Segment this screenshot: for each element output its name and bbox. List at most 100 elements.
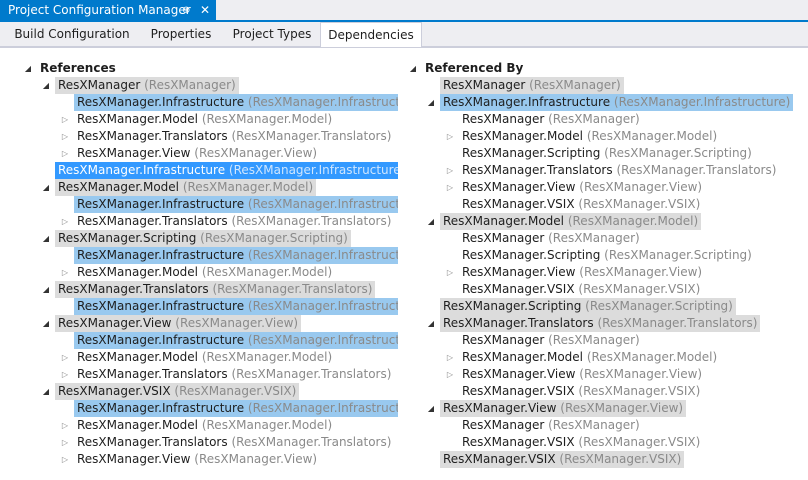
tree-node-label[interactable]: ResXManager.Model (ResXManager.Model) <box>55 179 317 196</box>
expand-triangle-icon[interactable]: ◢ <box>41 179 51 196</box>
tree-node-label[interactable]: ResXManager (ResXManager) <box>459 230 643 247</box>
tree-node-label[interactable]: ResXManager (ResXManager) <box>459 111 643 128</box>
expand-triangle-icon[interactable]: ◢ <box>41 230 51 247</box>
tree-node-label[interactable]: ResXManager (ResXManager) <box>459 417 643 434</box>
tool-window-titlebar: Project Configuration Manager ⊕ ✕ <box>0 0 808 22</box>
project-name: ResXManager.VSIX <box>462 282 575 296</box>
project-unique-name: (ResXManager) <box>548 231 640 245</box>
tree-node-label[interactable]: ResXManager.Infrastructure (ResXManager.… <box>74 298 428 315</box>
tree-node-label[interactable]: ResXManager.View (ResXManager.View) <box>459 179 705 196</box>
collapse-triangle-icon[interactable]: ▷ <box>60 264 70 281</box>
expand-triangle-icon[interactable]: ◢ <box>408 60 418 77</box>
tree-node-label[interactable]: ResXManager.View (ResXManager.View) <box>459 366 705 383</box>
tree-node-label[interactable]: ResXManager.VSIX (ResXManager.VSIX) <box>459 196 703 213</box>
expand-triangle-icon[interactable]: ◢ <box>23 60 33 77</box>
tree-node-label[interactable]: ResXManager.VSIX (ResXManager.VSIX) <box>459 281 703 298</box>
tree-node-label[interactable]: ResXManager (ResXManager) <box>440 77 624 94</box>
tree-node-label[interactable]: ResXManager (ResXManager) <box>55 77 239 94</box>
project-unique-name: (ResXManager.Translators) <box>231 435 392 449</box>
tree-node-label[interactable]: ResXManager.VSIX (ResXManager.VSIX) <box>55 383 300 400</box>
tree-node-label[interactable]: ResXManager.Infrastructure (ResXManager.… <box>74 247 428 264</box>
collapse-triangle-icon[interactable]: ▷ <box>445 349 455 366</box>
collapse-triangle-icon[interactable]: ▷ <box>445 366 455 383</box>
tree-node-label[interactable]: ResXManager.Scripting (ResXManager.Scrip… <box>459 145 755 162</box>
collapse-triangle-icon[interactable]: ▷ <box>60 349 70 366</box>
tree-node-label[interactable]: ResXManager.VSIX (ResXManager.VSIX) <box>459 434 703 451</box>
tree-node-label[interactable]: ResXManager.Model (ResXManager.Model) <box>74 111 335 128</box>
tree-node-label[interactable]: ResXManager.Infrastructure (ResXManager.… <box>74 94 428 111</box>
project-name: ResXManager.Infrastructure <box>77 333 245 347</box>
tab-properties[interactable]: Properties <box>140 22 222 47</box>
tree-node-label[interactable]: ResXManager.Model (ResXManager.Model) <box>459 128 720 145</box>
expand-triangle-icon[interactable]: ◢ <box>41 383 51 400</box>
expander-placeholder <box>445 196 455 213</box>
project-name: ResXManager.Infrastructure <box>77 248 245 262</box>
close-icon[interactable]: ✕ <box>200 0 210 21</box>
expand-triangle-icon[interactable]: ◢ <box>426 315 436 332</box>
tree-node-label[interactable]: ResXManager.VSIX (ResXManager.VSIX) <box>459 383 703 400</box>
tree-node-label[interactable]: ResXManager.Infrastructure (ResXManager.… <box>74 400 428 417</box>
tab-dependencies[interactable]: Dependencies <box>320 22 422 48</box>
tree-node-label[interactable]: ResXManager.Scripting (ResXManager.Scrip… <box>440 298 736 315</box>
collapse-triangle-icon[interactable]: ▷ <box>60 417 70 434</box>
expand-triangle-icon[interactable]: ◢ <box>41 77 51 94</box>
tab-build-configuration[interactable]: Build Configuration <box>6 22 138 47</box>
tree-node-label[interactable]: ResXManager.Translators (ResXManager.Tra… <box>440 315 761 332</box>
tree-node-label[interactable]: ResXManager.View (ResXManager.View) <box>459 264 705 281</box>
tab-project-types[interactable]: Project Types <box>224 22 320 47</box>
expander-placeholder <box>445 247 455 264</box>
tree-node-label[interactable]: ResXManager.Scripting (ResXManager.Scrip… <box>55 230 351 247</box>
tree-node-label[interactable]: ResXManager.Model (ResXManager.Model) <box>459 349 720 366</box>
tree-node-label[interactable]: ResXManager.Translators (ResXManager.Tra… <box>74 434 394 451</box>
expander-placeholder <box>426 298 436 315</box>
tree-node-label[interactable]: ResXManager.View (ResXManager.View) <box>440 400 687 417</box>
project-unique-name: (ResXManager.VSIX) <box>578 384 701 398</box>
expand-triangle-icon[interactable]: ◢ <box>41 281 51 298</box>
document-tab[interactable]: Project Configuration Manager ⊕ ✕ <box>0 0 216 22</box>
expand-triangle-icon[interactable]: ◢ <box>426 400 436 417</box>
tree-node-label[interactable]: ResXManager.View (ResXManager.View) <box>55 315 302 332</box>
tree-node-label[interactable]: ResXManager.Translators (ResXManager.Tra… <box>74 213 394 230</box>
pin-icon[interactable]: ⊕ <box>182 0 190 21</box>
tree-node-label[interactable]: ResXManager.Model (ResXManager.Model) <box>74 264 335 281</box>
tree-node-label[interactable]: ResXManager.Model (ResXManager.Model) <box>74 349 335 366</box>
project-unique-name: (ResXManager.Model) <box>201 112 333 126</box>
tree-node-label[interactable]: ResXManager.Model (ResXManager.Model) <box>74 417 335 434</box>
tree-node-label[interactable]: ResXManager.Infrastructure (ResXManager.… <box>74 332 428 349</box>
project-name: ResXManager.Model <box>443 214 564 228</box>
tab-strip: Build Configuration Properties Project T… <box>0 22 808 48</box>
project-unique-name: (ResXManager.View) <box>560 401 684 415</box>
collapse-triangle-icon[interactable]: ▷ <box>445 128 455 145</box>
expand-triangle-icon[interactable]: ◢ <box>426 213 436 230</box>
collapse-triangle-icon[interactable]: ▷ <box>445 162 455 179</box>
collapse-triangle-icon[interactable]: ▷ <box>60 451 70 468</box>
tree-node-label[interactable]: ResXManager.Model (ResXManager.Model) <box>440 213 702 230</box>
expand-triangle-icon[interactable]: ◢ <box>41 315 51 332</box>
project-name: ResXManager.Scripting <box>462 146 601 160</box>
tree-node-label[interactable]: ResXManager.VSIX (ResXManager.VSIX) <box>440 451 685 468</box>
collapse-triangle-icon[interactable]: ▷ <box>60 145 70 162</box>
collapse-triangle-icon[interactable]: ▷ <box>445 179 455 196</box>
collapse-triangle-icon[interactable]: ▷ <box>60 434 70 451</box>
collapse-triangle-icon[interactable]: ▷ <box>60 213 70 230</box>
tree-node-label[interactable]: ResXManager.Translators (ResXManager.Tra… <box>74 366 394 383</box>
collapse-triangle-icon[interactable]: ▷ <box>445 264 455 281</box>
expand-triangle-icon[interactable]: ◢ <box>426 94 436 111</box>
tree-node-label[interactable]: ResXManager.Infrastructure (ResXManager.… <box>440 94 794 111</box>
collapse-triangle-icon[interactable]: ▷ <box>60 128 70 145</box>
project-unique-name: (ResXManager.Model) <box>182 180 314 194</box>
tree-node-label[interactable]: ResXManager (ResXManager) <box>459 332 643 349</box>
tree-node-label[interactable]: ResXManager.Infrastructure (ResXManager.… <box>55 162 409 179</box>
project-unique-name: (ResXManager.Translators) <box>212 282 373 296</box>
tree-node-label[interactable]: ResXManager.Translators (ResXManager.Tra… <box>74 128 394 145</box>
tree-node-label[interactable]: ResXManager.Translators (ResXManager.Tra… <box>55 281 376 298</box>
tree-node-label[interactable]: ResXManager.Scripting (ResXManager.Scrip… <box>459 247 755 264</box>
tree-node-label[interactable]: ResXManager.Infrastructure (ResXManager.… <box>74 196 428 213</box>
tree-node-label[interactable]: ResXManager.View (ResXManager.View) <box>74 145 320 162</box>
project-name: ResXManager.Model <box>58 180 179 194</box>
tree-node-label[interactable]: ResXManager.View (ResXManager.View) <box>74 451 320 468</box>
collapse-triangle-icon[interactable]: ▷ <box>60 366 70 383</box>
tree-node-label[interactable]: ResXManager.Translators (ResXManager.Tra… <box>459 162 779 179</box>
project-name: ResXManager <box>462 418 545 432</box>
collapse-triangle-icon[interactable]: ▷ <box>60 111 70 128</box>
